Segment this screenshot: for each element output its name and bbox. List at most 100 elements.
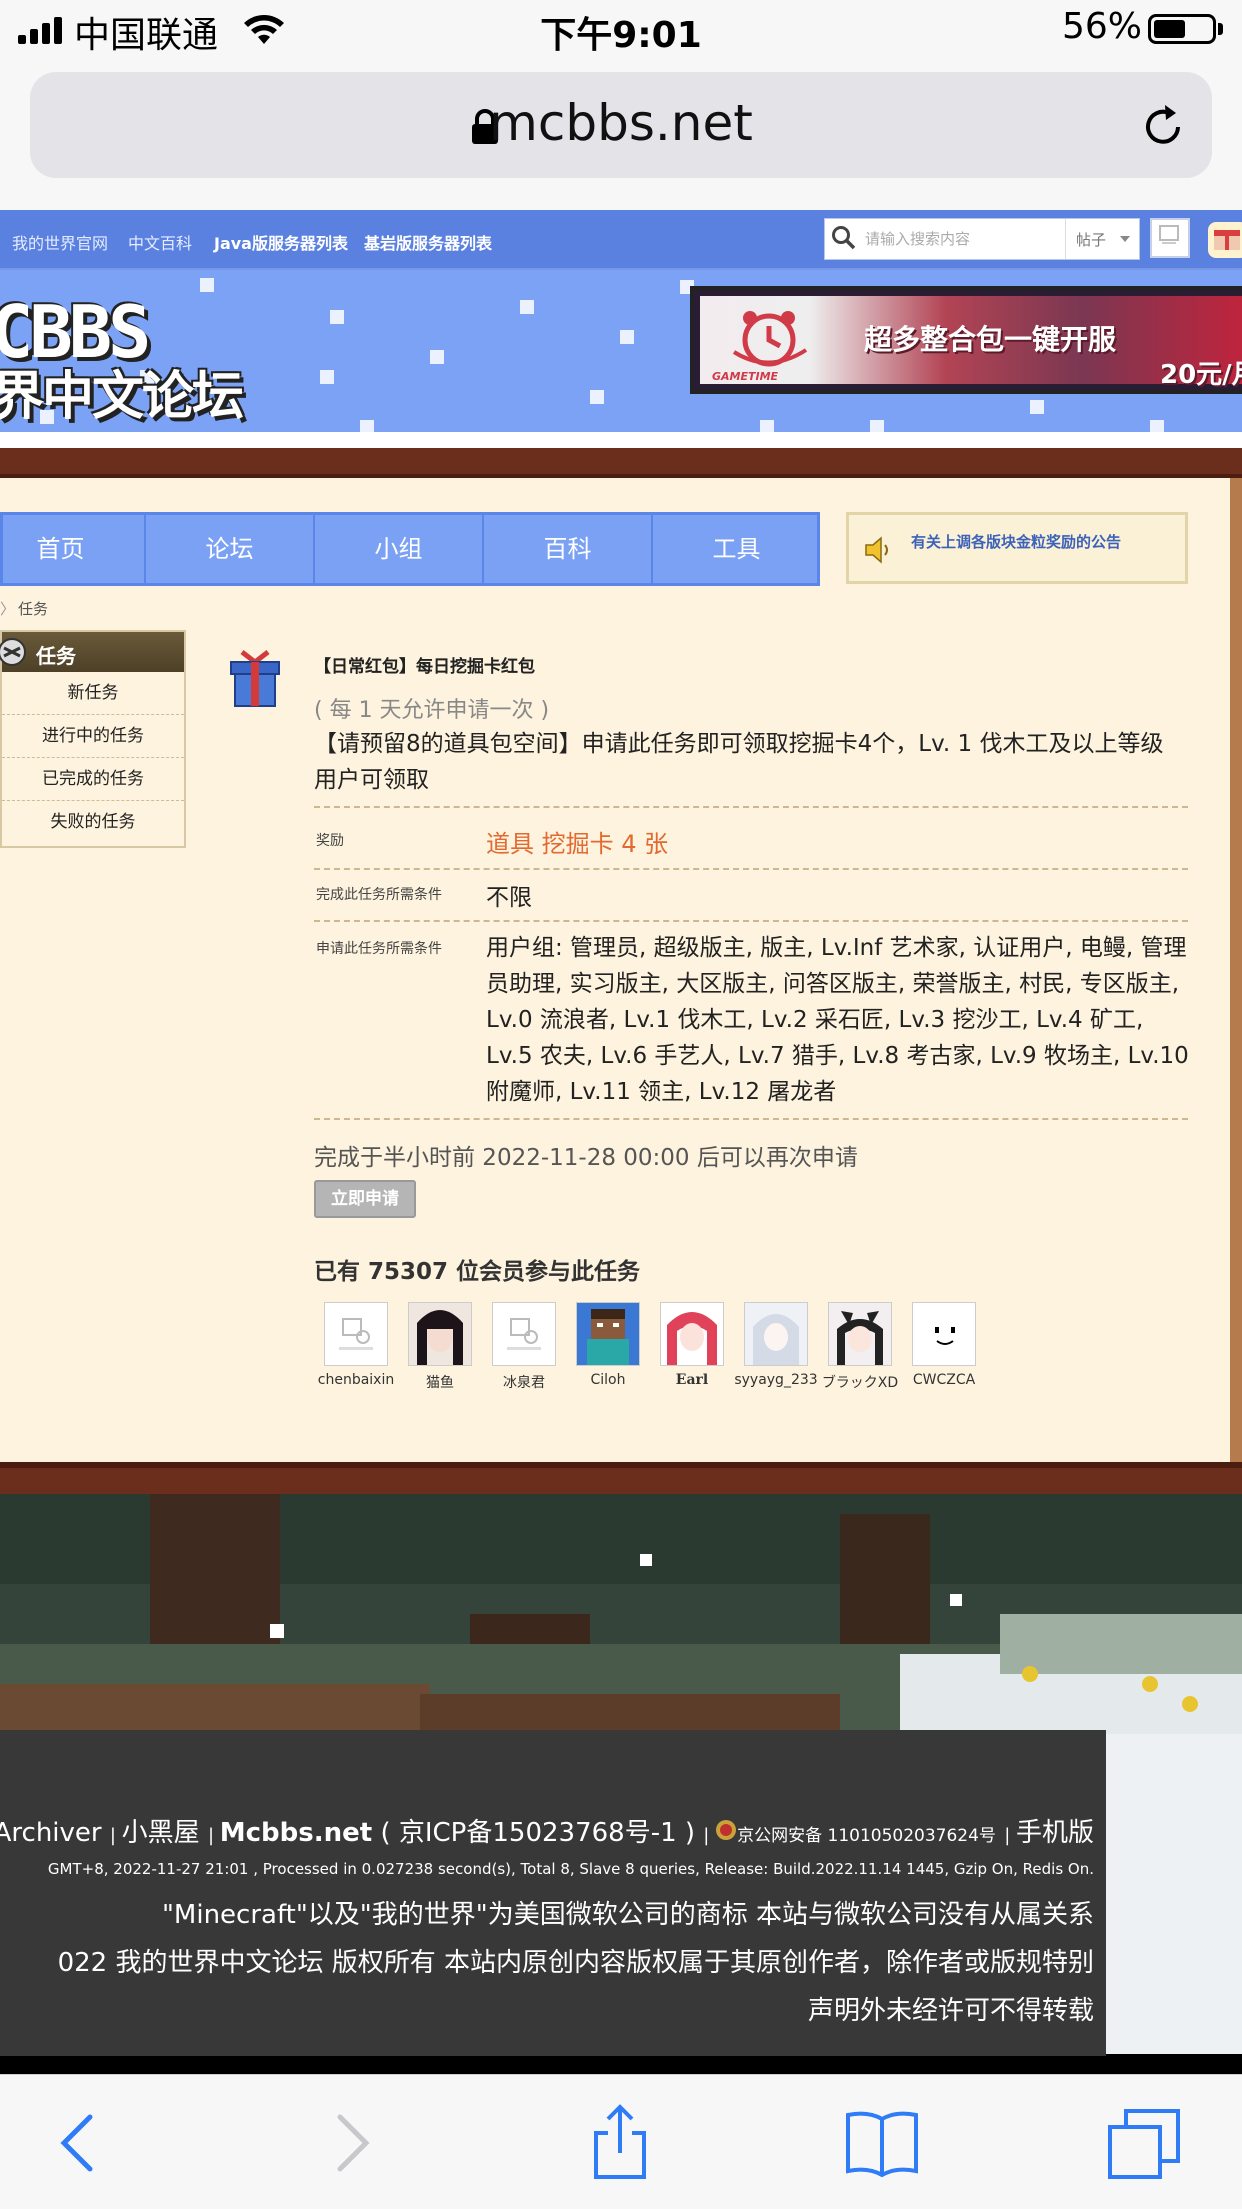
- link-wiki[interactable]: 中文百科: [128, 230, 192, 254]
- member-name: Ciloh: [590, 1372, 626, 1388]
- task-description: 【请预留8的道具包空间】申请此任务即可领取挖掘卡4个，Lv. 1 伐木工及以上等…: [314, 731, 1164, 793]
- sidebar-item-in-progress[interactable]: 进行中的任务: [2, 715, 184, 758]
- divider: [314, 806, 1188, 808]
- back-button[interactable]: [38, 2103, 118, 2183]
- share-icon: [594, 2104, 646, 2179]
- apply-condition-label: 申请此任务所需条件: [316, 941, 442, 957]
- snowflake: [430, 350, 444, 364]
- sidebar-item-failed[interactable]: 失败的任务: [2, 801, 184, 843]
- divider: [314, 920, 1188, 922]
- sidebar-item-new[interactable]: 新任务: [2, 672, 184, 715]
- address-bar[interactable]: mcbbs.net: [30, 72, 1212, 178]
- gift-icon[interactable]: [1208, 222, 1242, 258]
- status-bar: 中国联通 下午9:01 56%: [0, 0, 1242, 62]
- search-box: 帖子: [824, 218, 1140, 260]
- nav-groups[interactable]: 小组: [315, 515, 484, 583]
- police-badge-icon: [715, 1818, 737, 1848]
- footer-copyright-2: 声明外未经许可不得转载: [807, 1996, 1094, 2026]
- snowflake: [200, 278, 214, 292]
- member-item[interactable]: 猫鱼: [398, 1302, 482, 1392]
- site-logo-sub[interactable]: 界中文论坛: [0, 354, 244, 429]
- breadcrumb[interactable]: 任务: [18, 598, 48, 619]
- nav-tools[interactable]: 工具: [653, 515, 820, 583]
- member-item[interactable]: 冰泉君: [482, 1302, 566, 1392]
- snowflake: [1030, 400, 1044, 414]
- content-border: [1230, 478, 1242, 1478]
- battery-percent: 56%: [1062, 6, 1143, 47]
- chevron-down-icon: [1120, 236, 1130, 242]
- member-item[interactable]: ブラックXD: [818, 1302, 902, 1392]
- member-name: syyayg_233: [734, 1372, 818, 1388]
- footer-link-mobile[interactable]: 手机版: [1016, 1818, 1094, 1848]
- link-java-servers[interactable]: Java版服务器列表: [214, 230, 348, 254]
- sidebar-item-completed[interactable]: 已完成的任务: [2, 758, 184, 801]
- snowflake: [520, 300, 534, 314]
- snowflake: [590, 390, 604, 404]
- member-name: chenbaixin: [317, 1372, 395, 1388]
- member-item[interactable]: chenbaixin: [314, 1302, 398, 1388]
- site-footer: Archiver | 小黑屋 | Mcbbs.net ( 京ICP备150237…: [0, 1730, 1106, 2056]
- footer-site-name[interactable]: Mcbbs.net: [220, 1818, 372, 1848]
- banner-headline: 超多整合包一键开服: [864, 323, 1117, 356]
- footer-copyright: 022 我的世界中文论坛 版权所有 本站内原创内容版权属于其原创作者，除作者或版…: [57, 1948, 1094, 1978]
- nav-home[interactable]: 首页: [0, 515, 146, 583]
- nav-forum[interactable]: 论坛: [146, 515, 315, 583]
- footer-police-record[interactable]: 京公网安备 11010502037624号: [737, 1826, 996, 1846]
- tabs-button[interactable]: [1104, 2103, 1184, 2183]
- snowflake: [620, 330, 634, 344]
- task-frequency: ( 每 1 天允许申请一次 ): [314, 698, 550, 723]
- member-name: ブラックXD: [821, 1375, 899, 1391]
- member-item[interactable]: Earl: [650, 1302, 734, 1388]
- ad-banner[interactable]: GAMETIME 超多整合包一键开服 20元/月: [690, 286, 1242, 394]
- battery-tip: [1218, 23, 1223, 35]
- completed-status: 完成于半小时前 2022-11-28 00:00 后可以再次申请: [314, 1145, 858, 1171]
- main-content: 首页 论坛 小组 百科 工具 有关上调各版块金粒奖励的公告 〉 任务 任务 新任…: [0, 478, 1242, 1478]
- member-item[interactable]: CWCZCA: [902, 1302, 986, 1388]
- snowflake: [320, 370, 334, 384]
- member-name: Earl: [675, 1372, 709, 1388]
- book-icon: [846, 2111, 918, 2178]
- apply-now-button[interactable]: 立即申请: [314, 1180, 416, 1218]
- reload-icon[interactable]: [1138, 102, 1188, 156]
- footer-link-archiver[interactable]: Archiver: [0, 1818, 102, 1848]
- battery-icon: [1148, 14, 1216, 44]
- breadcrumb-arrow-icon: 〉: [0, 600, 16, 618]
- link-official-site[interactable]: 我的世界官网: [12, 230, 108, 254]
- link-bedrock-servers[interactable]: 基岩版服务器列表: [364, 230, 492, 254]
- search-icon[interactable]: [831, 225, 857, 255]
- member-name: 冰泉君: [503, 1375, 545, 1391]
- members-count: 已有 75307 位会员参与此任务: [314, 1259, 641, 1285]
- avatar: [576, 1302, 640, 1366]
- search-input[interactable]: [863, 223, 1091, 255]
- avatar: [408, 1302, 472, 1366]
- banner-brand: GAMETIME: [712, 370, 779, 383]
- search-button[interactable]: [1150, 218, 1190, 258]
- forum-top-nav: 我的世界官网 中文百科 Java版服务器列表 基岩版服务器列表 帖子: [0, 210, 1242, 270]
- share-button[interactable]: [580, 2103, 660, 2183]
- speaker-icon: [863, 535, 895, 569]
- gift-box-icon: [228, 648, 282, 714]
- chevron-left-icon: [60, 2114, 93, 2172]
- forward-button[interactable]: [312, 2103, 392, 2183]
- footer-debug-info: GMT+8, 2022-11-27 21:01 , Processed in 0…: [47, 1860, 1094, 1878]
- browser-chrome: mcbbs.net: [0, 62, 1242, 210]
- search-type-select[interactable]: 帖子: [1065, 219, 1140, 259]
- forum-header: CBBS 界中文论坛 GAMETIME 超多整合包一键开服 20元/月: [0, 270, 1242, 446]
- task-title: 【日常红包】每日挖掘卡红包: [314, 657, 535, 677]
- member-item[interactable]: Ciloh: [566, 1302, 650, 1388]
- footer-link-blackroom[interactable]: 小黑屋: [122, 1818, 200, 1848]
- avatar: [744, 1302, 808, 1366]
- divider: [314, 868, 1188, 870]
- reward-label: 奖励: [316, 833, 344, 849]
- dirt-divider: [0, 448, 1242, 478]
- avatar-placeholder-icon: [492, 1302, 556, 1366]
- avatar: [828, 1302, 892, 1366]
- announcement[interactable]: 有关上调各版块金粒奖励的公告: [846, 512, 1188, 584]
- nav-wiki[interactable]: 百科: [484, 515, 653, 583]
- task-badge-icon: [0, 636, 32, 672]
- announcement-text: 有关上调各版块金粒奖励的公告: [911, 533, 1122, 551]
- member-item[interactable]: syyayg_233: [734, 1302, 818, 1388]
- apply-condition-value: 用户组: 管理员, 超级版主, 版主, Lv.Inf 艺术家, 认证用户, 电鳗…: [486, 935, 1189, 1105]
- bookmarks-button[interactable]: [842, 2103, 922, 2183]
- footer-icp[interactable]: ( 京ICP备15023768号-1 ): [380, 1818, 695, 1848]
